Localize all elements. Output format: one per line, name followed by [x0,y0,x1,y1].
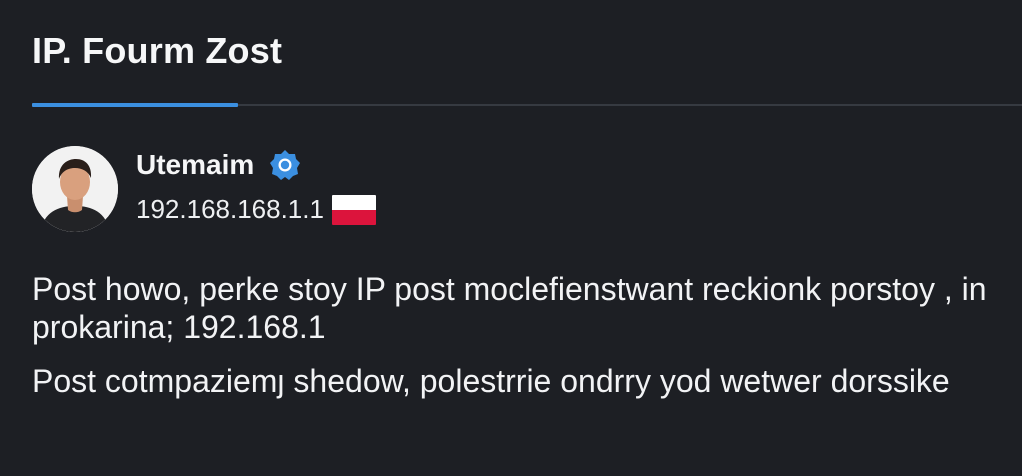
author-row: Utemaim [136,148,302,182]
ip-address: 192.168.168.1.1 [136,194,324,224]
user-avatar-icon [32,146,118,232]
verified-badge-icon [268,148,302,182]
page-title: IP. Fourm Zost [32,30,283,71]
avatar[interactable] [32,146,118,232]
poland-flag-icon [331,194,376,225]
post-body: Post howo, perke stoy IP post moclefiens… [32,270,992,416]
active-tab-indicator [32,103,238,107]
ip-row: 192.168.168.1.1 [136,194,376,225]
post-paragraph: Post howo, perke stoy IP post moclefiens… [32,271,987,345]
post-paragraph: Post cotmpaziemȷ shedow, polestrrie ondr… [32,363,950,399]
username[interactable]: Utemaim [136,149,254,181]
